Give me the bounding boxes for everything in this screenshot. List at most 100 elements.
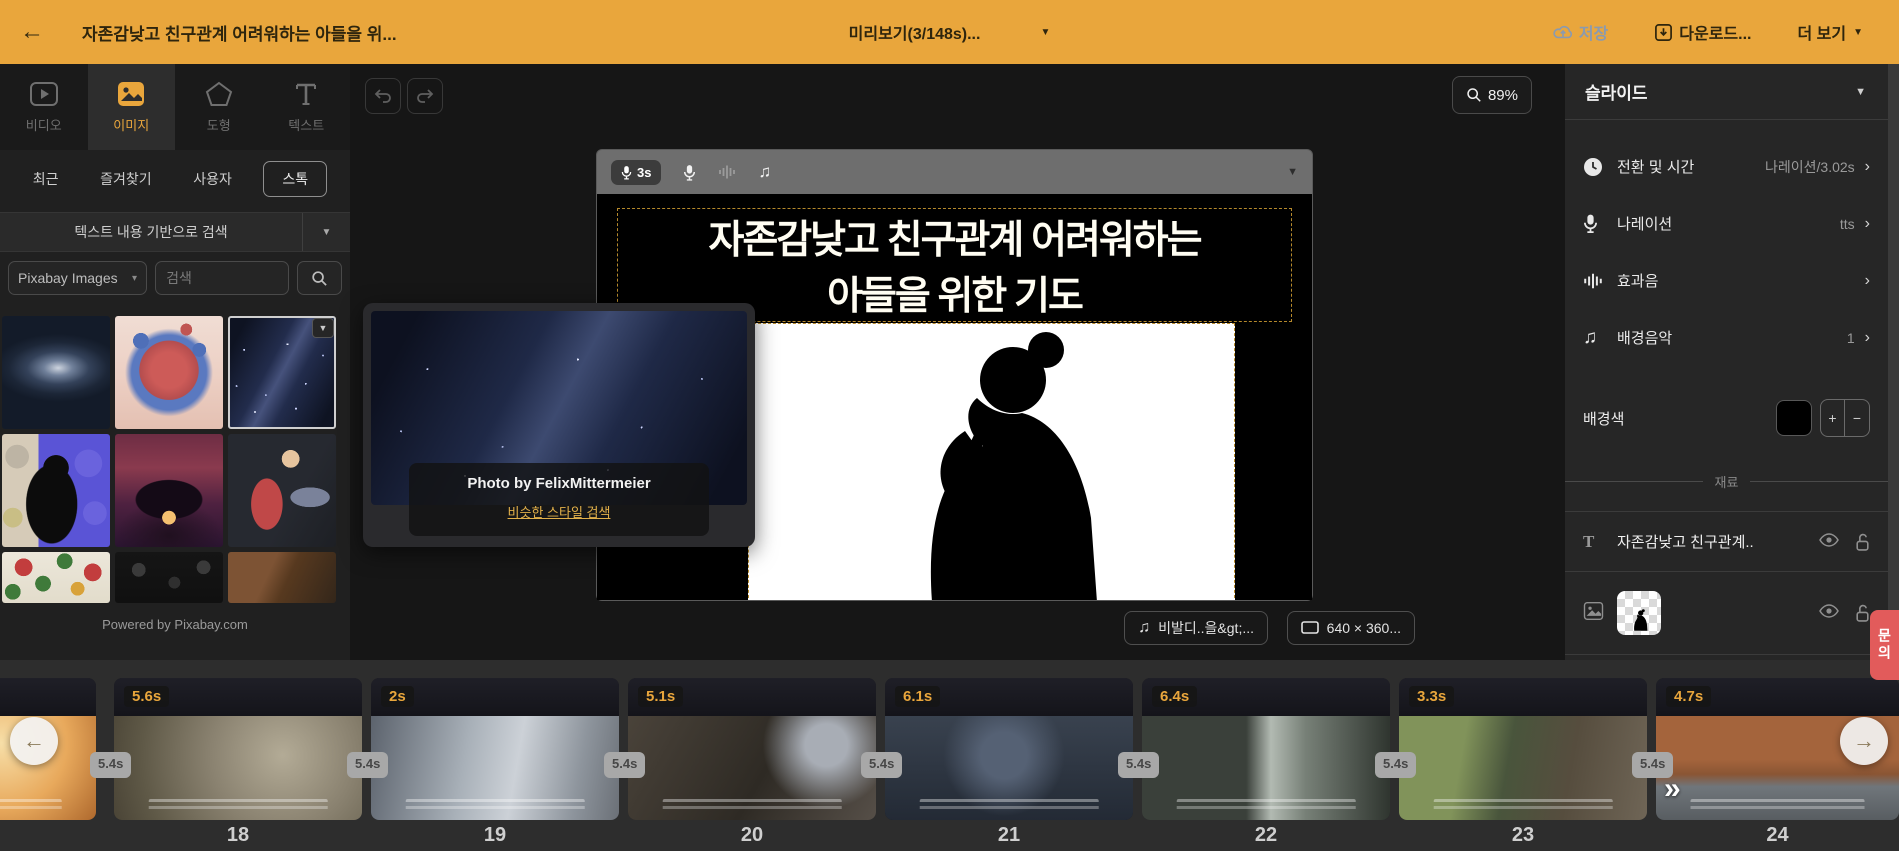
timeline-slide-18[interactable]: 5.6s (114, 678, 362, 820)
sound-effect-row[interactable]: 효과음 › (1565, 252, 1888, 309)
transition-duration-pill[interactable]: 5.4s (90, 752, 132, 778)
subtab-favorites[interactable]: 즐겨찾기 (90, 162, 162, 196)
transition-duration-pill[interactable]: 5.4s (347, 752, 389, 778)
minus-button[interactable]: − (1845, 400, 1869, 436)
timeline-slide-21[interactable]: 6.1s (885, 678, 1133, 820)
transition-duration-pill[interactable]: 5.4s (1375, 752, 1417, 778)
thumbnail-options-button[interactable]: ▼ (312, 318, 334, 338)
audio-wave-icon (1584, 273, 1602, 288)
timeline-slide-22[interactable]: 6.4s (1142, 678, 1390, 820)
search-mode-dropdown[interactable]: 텍스트 내용 기반으로 검색 ▼ (0, 212, 350, 252)
sidebar-scrollbar[interactable] (1888, 64, 1899, 660)
tab-video-label: 비디오 (25, 117, 62, 133)
asset-tab-bar: 비디오 이미지 도형 텍스트 (0, 64, 350, 150)
slide-title-line1: 자존감낮고 친구관계 어려워하는 (708, 219, 1203, 262)
praying-figure-thumb (1634, 609, 1648, 631)
background-color-row: 배경색 + − (1565, 390, 1888, 446)
transition-duration-pill[interactable]: 5.4s (604, 752, 646, 778)
tab-text-label: 텍스트 (288, 117, 325, 133)
search-button[interactable] (297, 261, 342, 295)
eye-icon[interactable] (1819, 604, 1839, 618)
slide-number: 21 (997, 824, 1021, 846)
undo-button[interactable] (365, 78, 401, 114)
background-music-chip[interactable]: ♫ 비발디..을&gt;... (1124, 611, 1268, 645)
redo-button[interactable] (407, 78, 443, 114)
slide-duration-badge: 5.6s (124, 686, 170, 707)
preview-dropdown[interactable]: 미리보기(3/148s)... ▼ (849, 20, 1051, 44)
stock-image-night-sea[interactable] (2, 316, 110, 429)
shape-icon (205, 81, 232, 106)
stock-image-man-at-desk[interactable] (228, 434, 336, 547)
background-color-stepper: + − (1820, 399, 1870, 437)
timeline-next-button[interactable]: → (1840, 717, 1888, 765)
background-music-row[interactable]: ♫ 배경음악 1 › (1565, 309, 1888, 366)
stock-image-canyon[interactable] (228, 552, 336, 603)
tab-video[interactable]: 비디오 (0, 64, 88, 150)
chevron-down-icon: ▼ (318, 323, 328, 333)
audio-wave-icon[interactable] (718, 164, 736, 180)
similar-style-search-link[interactable]: 비슷한 스타일 검색 (508, 502, 611, 521)
subtab-recent[interactable]: 최근 (23, 162, 69, 196)
subtab-stock[interactable]: 스톡 (263, 161, 328, 197)
photo-preview-card[interactable]: Photo by FelixMittermeier 비슷한 스타일 검색 (363, 303, 755, 547)
slide-23-thumbnail (1399, 716, 1647, 820)
narration-duration-chip[interactable]: 3s (611, 159, 662, 185)
search-icon (312, 270, 327, 286)
transition-time-row[interactable]: 전환 및 시간 나레이션/3.02s › (1565, 138, 1888, 195)
tab-text[interactable]: 텍스트 (263, 64, 351, 150)
slide-title-line2: 아들을 위한 기도 (827, 275, 1084, 318)
background-color-swatch[interactable] (1776, 400, 1812, 436)
tab-shape[interactable]: 도형 (175, 64, 263, 150)
search-input[interactable] (155, 261, 290, 295)
transition-time-value: 나레이션/3.02s (1765, 158, 1855, 175)
subtab-user[interactable]: 사용자 (183, 162, 242, 196)
unlock-icon[interactable] (1855, 604, 1870, 622)
slide-number: 18 (226, 824, 250, 846)
unlock-icon[interactable] (1855, 533, 1870, 551)
timeline-prev-button[interactable]: ← (10, 717, 58, 765)
stock-image-galaxy-selected[interactable]: ▼ (228, 316, 336, 429)
slide-duration-badge: 5.1s (638, 686, 684, 707)
material-image-row[interactable] (1565, 571, 1888, 655)
music-note-icon[interactable]: ♫ (758, 162, 771, 182)
save-button[interactable]: 저장 (1553, 20, 1608, 44)
zoom-level-value: 89% (1487, 86, 1518, 104)
transition-duration-pill[interactable]: 5.4s (1632, 752, 1674, 778)
transition-duration-pill[interactable]: 5.4s (1118, 752, 1160, 778)
mic-icon[interactable] (683, 164, 696, 181)
zoom-control[interactable]: 89% (1451, 76, 1532, 114)
eye-icon[interactable] (1819, 532, 1839, 547)
image-icon (118, 81, 145, 106)
narration-row[interactable]: 나레이션 tts › (1565, 195, 1888, 252)
sidebar-header[interactable]: 슬라이드 ▼ (1565, 64, 1888, 120)
tab-image[interactable]: 이미지 (87, 64, 175, 150)
transition-duration-pill[interactable]: 5.4s (861, 752, 903, 778)
narration-value: tts (1839, 215, 1855, 232)
material-text-row[interactable]: T 자존감낮고 친구관계.. (1565, 511, 1888, 571)
timeline-slide-20[interactable]: 5.1s (628, 678, 876, 820)
background-music-name: 비발디..을&gt;... (1158, 620, 1254, 636)
canvas-size-chip[interactable]: 640 × 360... (1286, 611, 1415, 645)
chevron-down-icon[interactable]: ▼ (1287, 166, 1298, 178)
stock-image-heart-collage[interactable] (115, 316, 223, 429)
slide-image-element[interactable] (748, 323, 1235, 600)
plus-button[interactable]: + (1821, 400, 1845, 436)
provider-select[interactable]: Pixabay Images ▾ (8, 261, 148, 295)
more-menu-button[interactable]: 더 보기 ▼ (1797, 20, 1863, 44)
stock-image-sunset-tree[interactable] (115, 434, 223, 547)
stock-image-black-cat[interactable] (2, 434, 110, 547)
download-button[interactable]: 다운로드... (1654, 20, 1751, 44)
chevron-down-icon[interactable]: ▼ (302, 213, 350, 251)
slide-number: 19 (483, 824, 507, 846)
stock-image-hearts-pattern[interactable] (115, 552, 223, 603)
slide-number: 20 (740, 824, 764, 846)
timeline-slide-23[interactable]: 3.3s (1399, 678, 1647, 820)
timeline-slide-19[interactable]: 2s (371, 678, 619, 820)
save-label: 저장 (1578, 26, 1609, 43)
slide-18-thumbnail (114, 716, 362, 820)
music-note-icon: ♫ (1138, 619, 1151, 636)
download-icon (1655, 23, 1673, 41)
stock-image-floral-pattern[interactable] (2, 552, 110, 603)
back-arrow-icon[interactable]: ← (0, 18, 64, 46)
contact-badge[interactable]: 문의 (1870, 610, 1899, 680)
